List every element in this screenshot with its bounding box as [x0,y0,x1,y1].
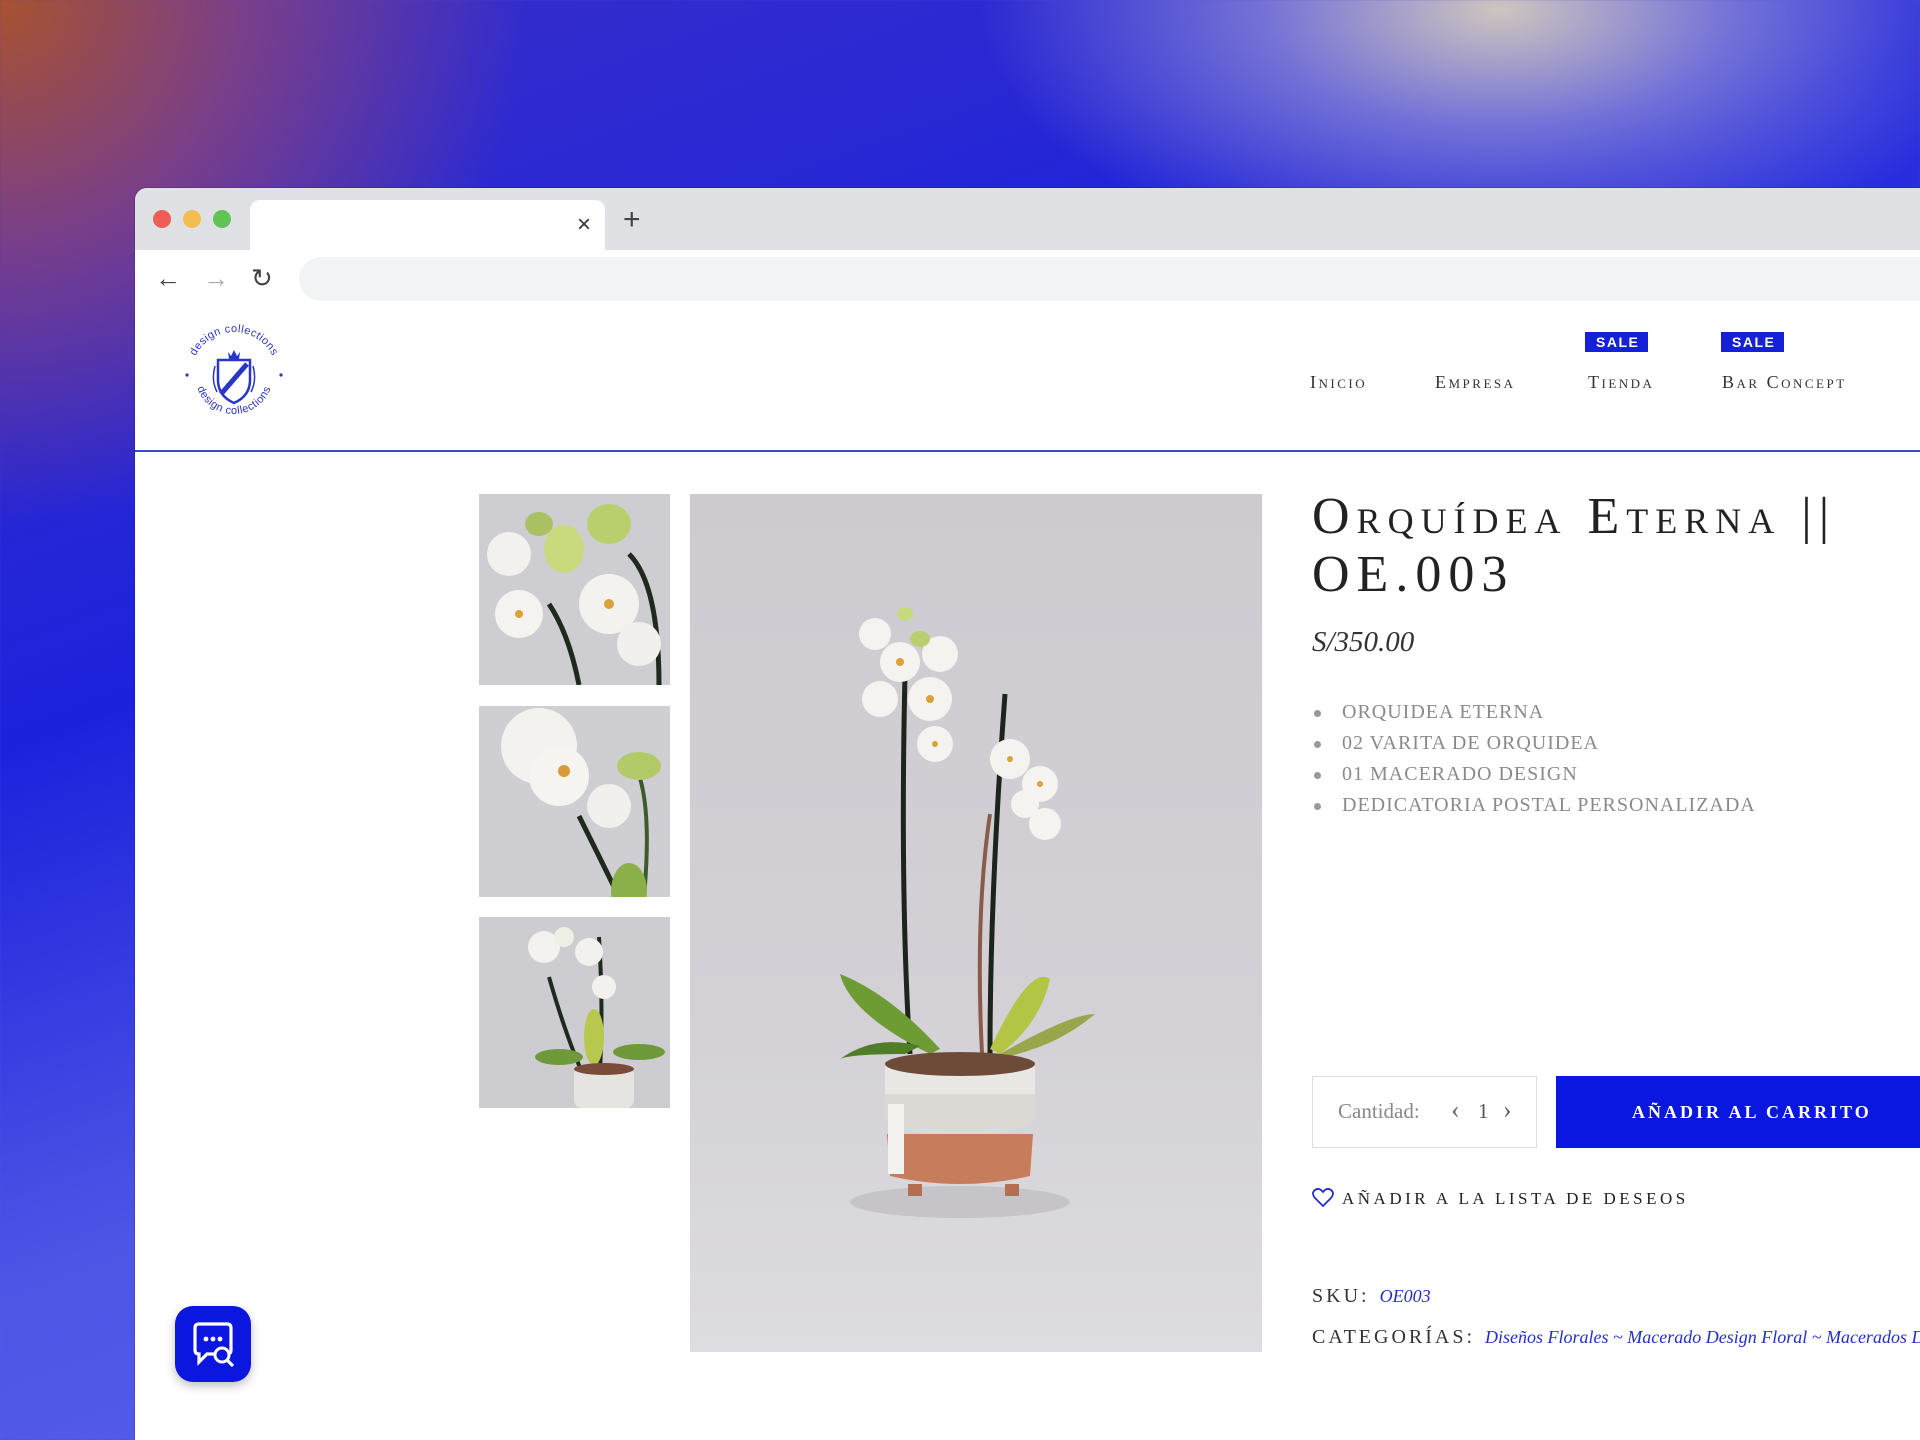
orchid-closeup-photo [479,494,670,685]
quantity-decrease-icon[interactable]: ‹ [1451,1095,1460,1125]
sale-badge: SALE [1721,332,1785,352]
svg-text:design collections: design collections [194,384,273,417]
purchase-row: Cantidad: ‹ 1 › AÑADIR AL CARRITO [1312,1076,1920,1148]
site-header: design collections design collections In… [135,306,1920,452]
product-price: S/350.00 [1312,626,1415,658]
chat-widget-button[interactable] [175,1306,251,1382]
add-to-cart-button[interactable]: AÑADIR AL CARRITO [1556,1076,1920,1148]
browser-tab[interactable]: × [250,200,605,250]
brand-logo[interactable]: design collections design collections [177,318,291,432]
address-bar[interactable] [299,257,1920,301]
heart-icon [1312,1187,1334,1208]
tab-strip: × + [135,188,1920,250]
chat-search-icon [193,1322,235,1368]
new-tab-button[interactable]: + [623,202,641,238]
sku-label: SKU: [1312,1285,1370,1307]
nav-item-tienda[interactable]: Tienda [1588,372,1654,393]
product-title-line1: Orquídea Eterna || [1312,488,1837,545]
feature-item: ORQUIDEA ETERNA [1312,697,1920,728]
categories-row: CATEGORÍAS: Diseños Florales ~ Macerado D… [1312,1326,1920,1349]
categories-links[interactable]: Diseños Florales ~ Macerado Design Flora… [1485,1327,1920,1347]
tab-close-icon[interactable]: × [577,210,591,240]
browser-toolbar: ← → ↻ [135,250,1920,306]
add-to-wishlist-link[interactable]: AÑADIR A LA LISTA DE DESEOS [1312,1187,1689,1209]
reload-icon[interactable]: ↻ [251,264,273,292]
quantity-increase-icon[interactable]: › [1503,1095,1512,1125]
close-window-button[interactable] [153,210,171,228]
feature-item: DEDICATORIA POSTAL PERSONALIZADA [1312,790,1920,821]
main-product-image[interactable] [690,494,1262,1352]
nav-item-bar-concept[interactable]: Bar Concept [1722,372,1847,393]
orchid-pot-photo [479,917,670,1108]
feature-item: 01 MACERADO DESIGN [1312,759,1920,790]
browser-window: × + ← → ↻ design collections design coll… [135,188,1920,1440]
minimize-window-button[interactable] [183,210,201,228]
product-title-line2: OE.003 [1312,546,1515,603]
quantity-input[interactable]: 1 [1478,1099,1489,1124]
feature-item: 02 VARITA DE ORQUIDEA [1312,728,1920,759]
quantity-label: Cantidad: [1338,1099,1420,1123]
thumbnail-image[interactable] [479,706,670,897]
product-info: Orquídea Eterna || OE.003 S/350.00 ORQUI… [1312,488,1920,1348]
forward-arrow-icon[interactable]: → [203,264,229,292]
thumbnail-image[interactable] [479,917,670,1108]
feature-list: ORQUIDEA ETERNA 02 VARITA DE ORQUIDEA 01… [1312,697,1920,821]
maximize-window-button[interactable] [213,210,231,228]
sku-value: OE003 [1379,1286,1431,1306]
thumbnail-image[interactable] [479,494,670,685]
back-arrow-icon[interactable]: ← [155,264,181,292]
orchid-main-photo [840,607,1095,1218]
product-title: Orquídea Eterna || OE.003 [1312,488,1920,604]
quantity-stepper: Cantidad: ‹ 1 › [1312,1076,1537,1148]
sku-row: SKU: OE003 [1312,1285,1431,1308]
nav-item-inicio[interactable]: Inicio [1310,372,1367,393]
nav-item-empresa[interactable]: Empresa [1435,372,1516,393]
wishlist-label: AÑADIR A LA LISTA DE DESEOS [1342,1189,1689,1208]
orchid-flowers-photo [479,706,670,897]
sale-badge: SALE [1585,332,1649,352]
categories-label: CATEGORÍAS: [1312,1326,1476,1348]
